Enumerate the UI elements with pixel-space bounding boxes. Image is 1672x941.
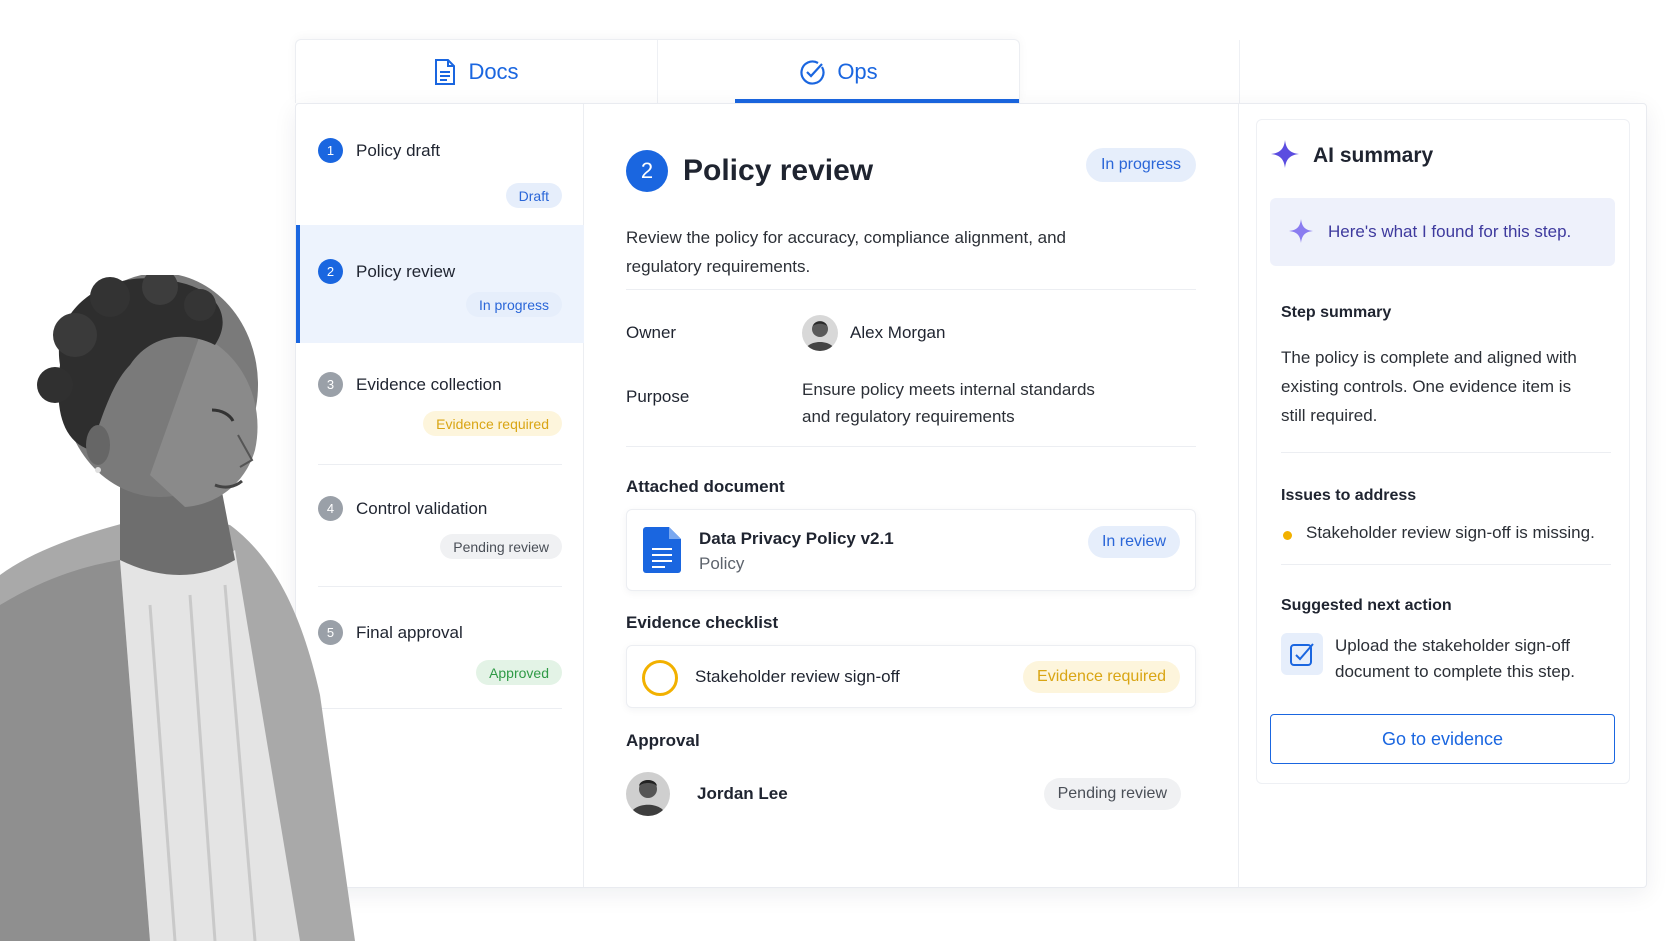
- purpose-text: Ensure policy meets internal standards a…: [802, 380, 1095, 426]
- warning-dot-icon: [1283, 531, 1292, 540]
- page-title: Policy review: [683, 154, 874, 187]
- status-badge: Evidence required: [423, 411, 562, 436]
- step-label: Policy draft: [356, 141, 441, 160]
- step-description: Review the policy for accuracy, complian…: [626, 228, 1067, 276]
- sparkle-icon: [1271, 140, 1299, 168]
- attached-document-title: Attached document: [626, 477, 785, 496]
- divider: [626, 446, 1196, 447]
- app-tabs: Docs Ops AI: [295, 39, 1473, 823]
- step-detail: 2 Policy review In progress Review the p…: [584, 104, 1239, 887]
- owner-chip[interactable]: Alex Morgan: [802, 313, 945, 353]
- avatar: [802, 315, 838, 351]
- approval-title: Approval: [626, 731, 700, 750]
- checklist-item[interactable]: Stakeholder review sign-off Evidence req…: [626, 645, 1196, 708]
- step-summary-title: Step summary: [1281, 304, 1392, 321]
- next-action-text: Upload the stakeholder sign-off document…: [1335, 636, 1576, 681]
- status-badge: Draft: [505, 183, 562, 208]
- document-name: Data Privacy Policy v2.1: [699, 529, 894, 548]
- purpose-label: Purpose: [626, 387, 690, 406]
- step-summary-text: The policy is complete and aligned with …: [1281, 348, 1577, 425]
- status-badge: Evidence required: [1023, 661, 1180, 693]
- step-item-policy-draft[interactable]: 1 Policy draft Draft: [296, 104, 584, 226]
- status-badge: In progress: [465, 292, 562, 317]
- upload-check-icon: [1281, 633, 1323, 675]
- owner-name: Alex Morgan: [850, 323, 946, 342]
- status-badge: In review: [1087, 526, 1180, 558]
- ai-summary-panel: AI summary Here's what I found for this …: [1239, 104, 1646, 887]
- workflow-panel: 1 Policy draft Draft 2 Policy review In …: [295, 103, 1647, 888]
- ai-found-banner: Here's what I found for this step.: [1270, 198, 1615, 266]
- document-type: Policy: [699, 554, 745, 573]
- checklist-item-label: Stakeholder review sign-off: [695, 667, 900, 686]
- tab-ops[interactable]: Ops: [657, 40, 1019, 103]
- tab-label: Ops: [837, 58, 878, 84]
- divider: [1281, 452, 1611, 453]
- next-action-title: Suggested next action: [1281, 597, 1452, 614]
- ai-found-text: Here's what I found for this step.: [1328, 222, 1572, 241]
- divider: [1281, 564, 1611, 565]
- avatar: [626, 772, 670, 816]
- status-badge: Pending review: [440, 534, 562, 559]
- status-badge: Approved: [476, 660, 562, 685]
- tab-label: Docs: [468, 58, 519, 84]
- checkbox-circle-icon[interactable]: [642, 660, 678, 696]
- divider: [626, 289, 1196, 290]
- approver-name: Jordan Lee: [697, 784, 788, 803]
- check-circle-icon: [800, 59, 825, 85]
- go-to-evidence-button[interactable]: Go to evidence: [1270, 714, 1615, 764]
- document-icon: [643, 527, 681, 573]
- sparkle-icon: [1289, 219, 1313, 243]
- owner-label: Owner: [626, 323, 677, 342]
- step-number: 1: [318, 138, 343, 163]
- attached-document-card[interactable]: Data Privacy Policy v2.1 Policy In revie…: [626, 509, 1196, 591]
- status-badge: Pending review: [1043, 778, 1181, 810]
- tab-docs[interactable]: Docs: [296, 40, 657, 103]
- evidence-checklist-title: Evidence checklist: [626, 613, 779, 632]
- issues-title: Issues to address: [1281, 487, 1417, 504]
- document-icon: [435, 58, 456, 85]
- person-photo: [0, 275, 355, 941]
- issue-text: Stakeholder review sign-off is missing.: [1306, 523, 1595, 542]
- approval-row[interactable]: Jordan Lee Pending review: [626, 763, 1196, 826]
- ai-summary-title: AI summary: [1313, 144, 1434, 167]
- step-number-large: 2: [626, 150, 668, 192]
- status-badge: In progress: [1085, 148, 1196, 182]
